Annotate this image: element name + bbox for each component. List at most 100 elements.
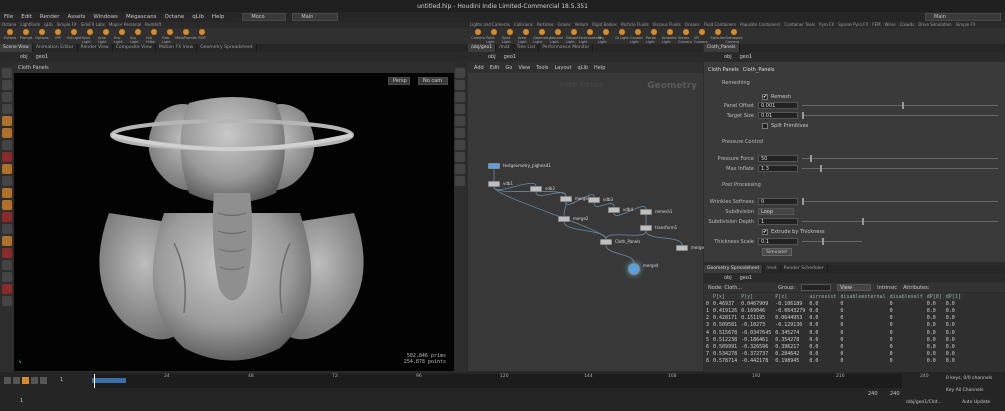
display-opt-8-icon[interactable] <box>455 152 465 162</box>
tab-render-view[interactable]: Render View <box>78 44 113 52</box>
points-mode-icon[interactable] <box>2 188 12 198</box>
shelf-tab-collisions[interactable]: Collisions <box>512 22 535 28</box>
shelf-tab-oceans[interactable]: Oceans <box>683 22 702 28</box>
net-path-obj[interactable]: obj <box>488 54 496 60</box>
geometry-spreadsheet-table[interactable]: P[x] P[y] P[z] airresist disableexternal disa… <box>704 293 1005 372</box>
shelf-tab-fluid-containers[interactable]: Fluid Containers <box>702 22 739 28</box>
shelf-tab-lights-and-cameras[interactable]: Lights and Cameras <box>468 22 512 28</box>
network-node-transform1[interactable] <box>640 225 652 231</box>
display-opt-3-icon[interactable] <box>455 92 465 102</box>
table-row[interactable]: 2 0.428171 0.151195 0.0644953 0.0 0 0 0.0 0.0 <box>704 315 963 322</box>
shelf-tool-ambient-light[interactable]: Ambient Light <box>662 29 678 44</box>
shelf-tool-options[interactable]: Options <box>34 29 50 44</box>
desktop-dropdown-mid[interactable]: Main <box>292 13 339 21</box>
shelf-tool-environment-light[interactable]: Environment Light <box>579 29 601 44</box>
sheet-column-header[interactable]: P[x] <box>711 293 740 301</box>
misc-tool-icon[interactable] <box>2 296 12 306</box>
shelf-tool-ipr[interactable]: IPR <box>50 29 66 44</box>
tab-geo-spreadsheet[interactable]: Geometry Spreadsheet <box>704 265 764 273</box>
sheet-column-header[interactable]: airresist <box>807 293 839 301</box>
menu-windows[interactable]: Windows <box>89 14 122 20</box>
network-node-cloth-panels[interactable] <box>600 239 612 245</box>
range-end-b[interactable]: 240 <box>890 391 900 397</box>
sheet-column-header[interactable]: P[z] <box>773 293 808 301</box>
sheet-column-header[interactable]: dP[1] <box>943 293 963 301</box>
display-opt-2-icon[interactable] <box>455 80 465 90</box>
split-primitives-toggle[interactable]: Split Primitives <box>762 121 808 130</box>
paint-icon[interactable] <box>2 272 12 282</box>
play-forward-icon[interactable] <box>31 377 38 384</box>
shelf-tool-point-light[interactable]: Point Light <box>486 29 502 44</box>
shelf-tool-area-light[interactable]: Area Light <box>518 29 534 44</box>
display-opt-7-icon[interactable] <box>455 140 465 150</box>
shelf-tool-env-light[interactable]: Env Light <box>114 29 130 44</box>
shelf-tab-rigid-bodies[interactable]: Rigid Bodies <box>590 22 619 28</box>
net-menu-edit[interactable]: Edit <box>490 65 500 71</box>
net-menu-qlib[interactable]: qLib <box>578 65 589 71</box>
shelf-tool-portal-light[interactable]: Portal Light <box>646 29 662 44</box>
selection-mode-icon[interactable] <box>2 176 12 186</box>
network-node-vdb1[interactable] <box>488 181 500 187</box>
tab-geometry-spreadsheet[interactable]: Geometry Spreadsheet <box>197 44 257 52</box>
snap-tool-icon[interactable] <box>2 152 12 162</box>
remesh-toggle[interactable]: ✔ Remesh <box>762 92 791 101</box>
playhead[interactable] <box>94 374 95 388</box>
network-node-vdb4[interactable] <box>608 207 620 213</box>
net-menu-go[interactable]: Go <box>505 65 512 71</box>
rotate-tool-icon[interactable] <box>2 92 12 102</box>
table-row[interactable]: 4 0.515678 -0.0347645 0.345274 0.0 0 0 0.0 0.0 <box>704 329 963 336</box>
primitives-mode-icon[interactable] <box>2 212 12 222</box>
menu-qlib[interactable]: qLib <box>188 14 208 20</box>
simulate-button[interactable]: Simulate! <box>762 248 792 256</box>
network-node-remesh1[interactable] <box>640 209 652 215</box>
range-end-a[interactable]: 240 <box>868 391 878 397</box>
shelf-tool-volume-light[interactable]: Volume Light <box>550 29 566 44</box>
shelf-tab-sidefx-labs[interactable]: SideFX Labs <box>79 22 107 28</box>
menu-render[interactable]: Render <box>36 14 64 20</box>
shelf-tab-particles[interactable]: Particles <box>535 22 556 28</box>
pressure-force-slider[interactable] <box>802 155 998 162</box>
shelf-tab-container-tools[interactable]: Container Tools <box>782 22 817 28</box>
scale-tool-icon[interactable] <box>2 104 12 114</box>
table-row[interactable]: 7 0.534278 -0.372737 0.284642 0.0 0 0 0.0 0.0 <box>704 351 963 358</box>
shelf-tool-sky-light[interactable]: Sky Light <box>598 29 614 44</box>
pressure-force-field[interactable]: 50 <box>758 155 798 162</box>
shelf-tool-vr-camera[interactable]: VR Camera <box>694 29 710 44</box>
scene-viewport[interactable]: Persp No cam ↳ 502,846 prims 254,878 poi… <box>14 73 454 371</box>
param-path-obj[interactable]: obj <box>724 54 732 60</box>
shelf-tool-geometry-light[interactable]: Geometry Light <box>533 29 551 44</box>
target-size-slider[interactable] <box>802 112 998 119</box>
network-node-merge3[interactable] <box>676 245 688 251</box>
extrude-checkbox[interactable]: ✔ <box>762 228 768 235</box>
section-pressure[interactable]: Pressure Control <box>722 139 763 145</box>
sheet-view-menu[interactable]: View <box>837 284 872 291</box>
shelf-tab-vellum[interactable]: Vellum <box>573 22 591 28</box>
shelf-tool-gamepad-camera[interactable]: Gamepad Camera <box>726 29 743 44</box>
display-opt-1-icon[interactable] <box>455 68 465 78</box>
net-menu-tools[interactable]: Tools <box>536 65 548 71</box>
shelf-tab-octane[interactable]: Octane <box>0 22 18 28</box>
tab-sheet-mat[interactable]: /mat <box>763 265 781 273</box>
shelf-tab-sparse-pyro-fx[interactable]: Sparse Pyro FX <box>836 22 870 28</box>
shelf-tool-octlight[interactable]: OctLight <box>66 29 82 44</box>
max-inflate-field[interactable]: 1.3 <box>758 165 798 172</box>
shelf-tab-lightfarm[interactable]: LightFarm <box>18 22 42 28</box>
menu-edit[interactable]: Edit <box>17 14 36 20</box>
desktop-dropdown-right[interactable]: Main <box>925 13 1001 21</box>
network-node-merge4[interactable] <box>628 263 640 275</box>
pose-tool-icon[interactable] <box>2 128 12 138</box>
tab-animation-editor[interactable]: Animation Editor <box>33 44 78 52</box>
extrude-toggle[interactable]: ✔ Extrude by Thickness <box>762 227 825 236</box>
sheet-column-header[interactable]: P[y] <box>739 293 774 301</box>
key-all-button[interactable]: Key All Channels <box>946 388 983 393</box>
shelf-tab-crowds[interactable]: Crowds <box>898 22 917 28</box>
subdivision-depth-field[interactable]: 1 <box>758 218 798 225</box>
sheet-column-header[interactable] <box>704 293 712 301</box>
shelf-tool-rop[interactable]: ROP <box>194 29 210 44</box>
remesh-checkbox[interactable]: ✔ <box>762 93 768 100</box>
desktop-dropdown-left[interactable]: Moco <box>242 13 287 21</box>
play-back-icon[interactable] <box>13 377 20 384</box>
magnet-icon[interactable] <box>2 248 12 258</box>
menu-help[interactable]: Help <box>208 14 229 20</box>
path-geo1[interactable]: geo1 <box>36 54 49 60</box>
